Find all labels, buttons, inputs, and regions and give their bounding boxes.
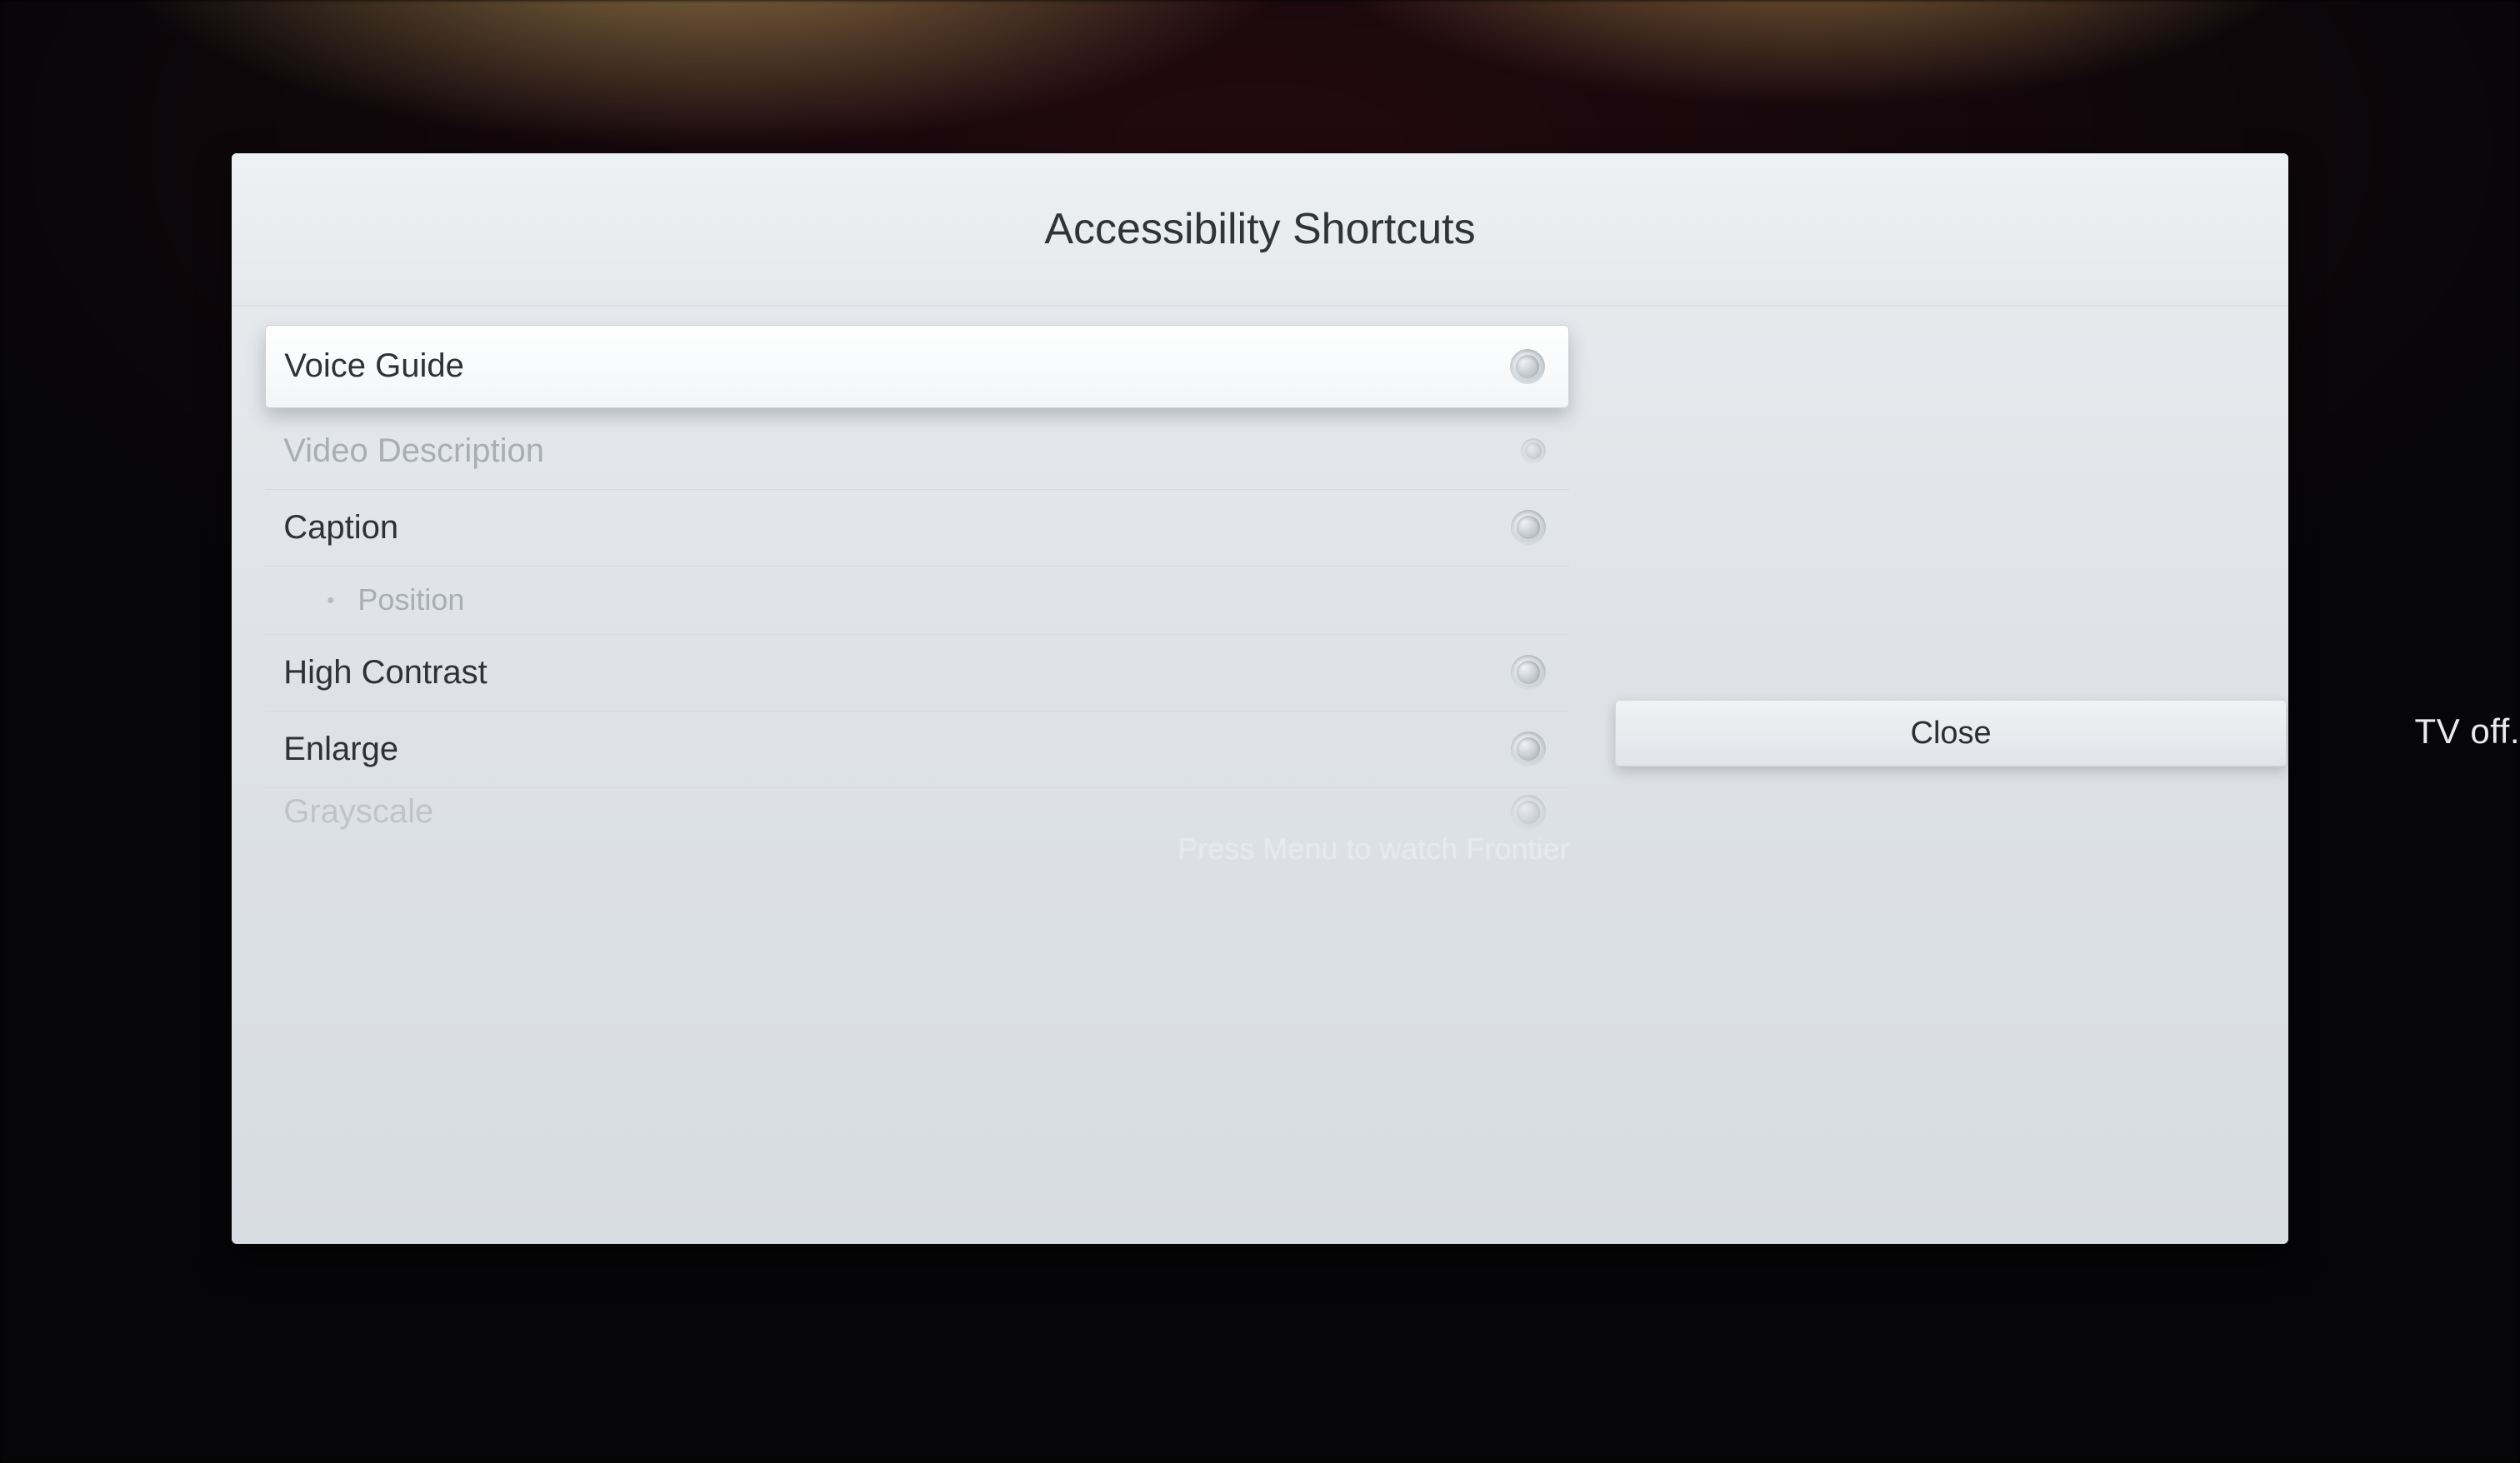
item-caption[interactable]: Caption [265,490,1569,567]
item-voice-guide[interactable]: Voice Guide [265,325,1569,408]
panel-body: Press Menu to watch Frontier Voice Guide… [232,307,2288,1244]
item-label: Grayscale [283,793,1511,831]
accessibility-shortcuts-panel: Accessibility Shortcuts Press Menu to wa… [232,153,2288,1243]
item-grayscale[interactable]: Grayscale [265,788,1569,836]
settings-list: Voice Guide Video Description Caption • … [232,307,1589,1244]
item-label: Position [358,582,1546,617]
close-button[interactable]: Close [1615,700,2286,766]
item-label: Caption [283,509,1511,547]
radio-icon [1511,732,1546,766]
item-label: Video Description [283,432,1521,470]
item-label: Voice Guide [284,347,1510,385]
radio-icon [1511,510,1546,545]
side-column: Close [1589,307,2288,1244]
item-high-contrast[interactable]: High Contrast [265,635,1569,712]
item-label: Enlarge [283,731,1511,768]
subitem-position[interactable]: • Position [265,567,1569,635]
radio-icon [1511,795,1546,830]
item-enlarge[interactable]: Enlarge [265,712,1569,788]
radio-icon [1521,438,1546,463]
edge-status-text: TV off. [2415,712,2520,751]
item-video-description[interactable]: Video Description [265,413,1569,490]
bullet-icon: • [327,587,334,613]
panel-title: Accessibility Shortcuts [232,153,2288,306]
radio-icon [1511,655,1546,690]
radio-icon [1510,349,1545,384]
item-label: High Contrast [283,654,1511,692]
